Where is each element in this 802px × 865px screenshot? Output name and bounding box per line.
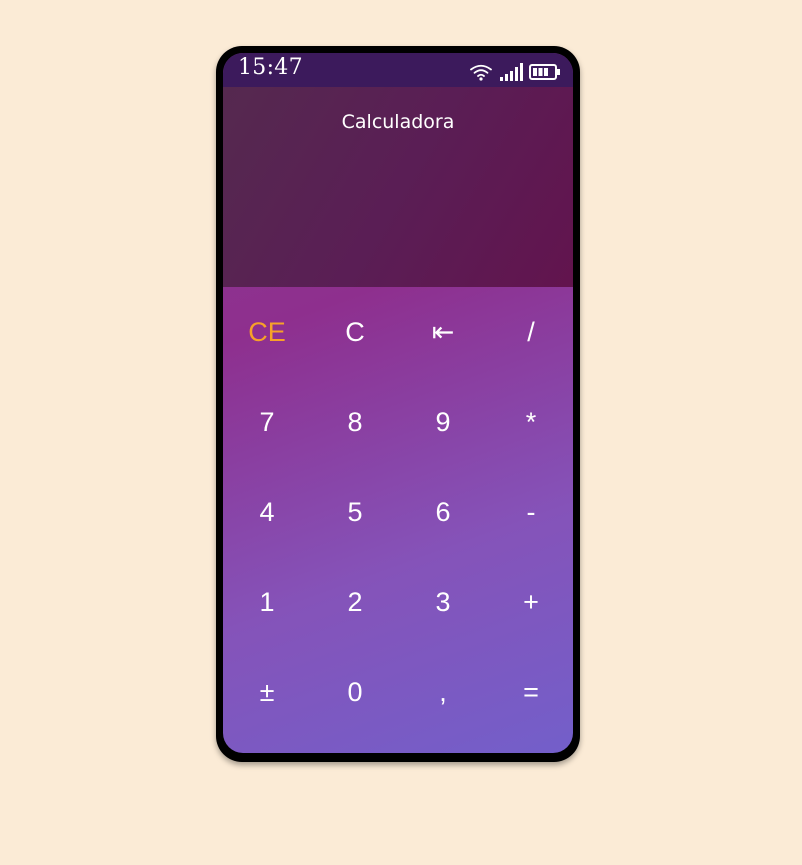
- calculator-display: Calculadora: [223, 87, 573, 287]
- backspace-button[interactable]: ⇤: [399, 287, 487, 377]
- decimal-comma-button[interactable]: ,: [399, 647, 487, 737]
- digit-3-button[interactable]: 3: [399, 557, 487, 647]
- digit-4-button[interactable]: 4: [223, 467, 311, 557]
- digit-9-button[interactable]: 9: [399, 377, 487, 467]
- wifi-icon: [469, 63, 493, 81]
- status-time: 15:47: [238, 55, 303, 80]
- battery-icon: [529, 63, 561, 81]
- digit-6-button[interactable]: 6: [399, 467, 487, 557]
- clear-button[interactable]: C: [311, 287, 399, 377]
- signal-icon: [499, 63, 523, 81]
- clear-entry-button[interactable]: CE: [223, 287, 311, 377]
- status-icons: [469, 61, 561, 81]
- digit-7-button[interactable]: 7: [223, 377, 311, 467]
- subtract-button[interactable]: -: [487, 467, 573, 557]
- app-title: Calculadora: [341, 111, 455, 133]
- keypad: CE C ⇤/ 7 8 9 * 4 5 6- 1 2 3 + ±0, =: [223, 287, 573, 753]
- digit-8-button[interactable]: 8: [311, 377, 399, 467]
- multiply-button[interactable]: *: [487, 377, 573, 467]
- digit-0-button[interactable]: 0: [311, 647, 399, 737]
- digit-2-button[interactable]: 2: [311, 557, 399, 647]
- phone-screen: 15:47 Calculadora CE C ⇤ / 7 8 9 * 4 5 6…: [223, 53, 573, 753]
- digit-5-button[interactable]: 5: [311, 467, 399, 557]
- divide-button[interactable]: /: [487, 287, 573, 377]
- toggle-sign-button[interactable]: ±: [223, 647, 311, 737]
- status-bar: 15:47: [223, 53, 573, 87]
- digit-1-button[interactable]: 1: [223, 557, 311, 647]
- equals-button[interactable]: =: [487, 647, 573, 737]
- add-button[interactable]: +: [487, 557, 573, 647]
- phone-frame: 15:47 Calculadora CE C ⇤ / 7 8 9 * 4 5 6…: [216, 46, 580, 762]
